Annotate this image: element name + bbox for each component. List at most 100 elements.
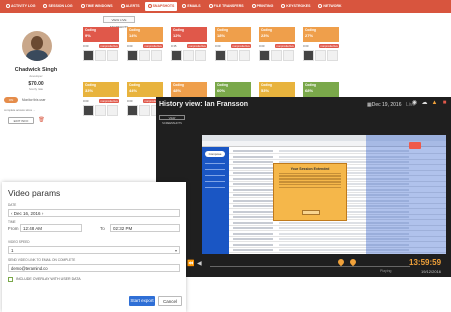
timeline-marker[interactable] bbox=[336, 257, 346, 267]
snapshot-card[interactable]: Coding 18% 0:00 nonproductive bbox=[215, 27, 251, 87]
snapshot-card[interactable]: Coding 23% 0:00 nonproductive bbox=[259, 27, 295, 87]
snapshot-card[interactable]: Coding 14% 0:00 nonproductive bbox=[127, 27, 163, 87]
card-percentage: 18% bbox=[217, 33, 226, 38]
nav-item-alerts[interactable]: ALERTS bbox=[118, 0, 143, 13]
email-field[interactable]: demo@teramind.co bbox=[8, 264, 180, 272]
dialog-ok-button bbox=[302, 210, 320, 215]
thumbnail[interactable] bbox=[139, 105, 150, 116]
view-screenshots-button[interactable]: VIEW SCREENSHOTS bbox=[159, 115, 185, 125]
card-footer: 0:00 nonproductive bbox=[127, 44, 163, 48]
nav-item-printing[interactable]: PRINTING bbox=[249, 0, 277, 13]
snapshot-card[interactable]: Coding 33% 0:00 nonproductive bbox=[83, 82, 119, 142]
sidebar-line bbox=[205, 163, 225, 165]
card-time: 0:00 bbox=[83, 44, 89, 48]
snapshot-card[interactable]: Coding 12% 0:35 nonproductive bbox=[171, 27, 207, 87]
video-params-dialog: Video params DATE ‹ Dec 16, 2016 › TIME … bbox=[2, 182, 186, 312]
card-header: Coding 48% bbox=[171, 82, 207, 97]
card-thumbnails bbox=[83, 50, 119, 61]
thumbnail[interactable] bbox=[259, 50, 270, 61]
camera-icon[interactable]: ◉ bbox=[411, 100, 418, 107]
mail-sender bbox=[233, 155, 273, 158]
thumbnail[interactable] bbox=[151, 50, 162, 61]
date-picker[interactable]: ‹ Dec 16, 2016 › bbox=[8, 209, 180, 217]
playback-status: Playing bbox=[380, 269, 392, 273]
thumbnail[interactable] bbox=[303, 50, 314, 61]
timeline[interactable] bbox=[210, 257, 410, 267]
thumbnail[interactable] bbox=[95, 50, 106, 61]
to-time-input[interactable]: 02:32 PM bbox=[110, 224, 180, 232]
overlay-checkbox[interactable] bbox=[8, 277, 13, 282]
nav-item-label: SESSION LOG bbox=[48, 4, 73, 8]
thumbnail[interactable] bbox=[139, 50, 150, 61]
thumbnail[interactable] bbox=[239, 50, 250, 61]
thumbnail[interactable] bbox=[283, 50, 294, 61]
history-date[interactable]: ▦Dec 19, 2016 bbox=[367, 102, 401, 108]
network-icon bbox=[318, 4, 323, 9]
thumbnail[interactable] bbox=[107, 50, 118, 61]
snapshot-card[interactable]: Coding 9% 0:00 nonproductive bbox=[83, 27, 119, 87]
chevron-left-icon[interactable]: ‹ bbox=[11, 211, 13, 216]
thumbnail[interactable] bbox=[227, 50, 238, 61]
cloud-icon[interactable]: ☁ bbox=[421, 100, 428, 107]
mail-sender bbox=[233, 194, 273, 196]
thumbnail[interactable] bbox=[107, 105, 118, 116]
nav-item-file-transfers[interactable]: FILE TRANSFERS bbox=[206, 0, 247, 13]
monitor-toggle[interactable]: ON bbox=[4, 97, 18, 103]
start-export-button[interactable]: Start export bbox=[129, 296, 155, 306]
chat-icon[interactable]: ■ bbox=[441, 100, 448, 107]
nav-item-session-log[interactable]: SESSION LOG bbox=[40, 0, 75, 13]
thumbnail[interactable] bbox=[127, 105, 138, 116]
cancel-button[interactable]: Cancel bbox=[158, 296, 182, 306]
view-live-snapshots-button[interactable]: VIEW LIVE SNAPSHOTS bbox=[103, 16, 135, 29]
card-percentage: 53% bbox=[261, 88, 270, 93]
volume-icon[interactable]: ◀ bbox=[197, 260, 202, 267]
thumbnail[interactable] bbox=[327, 50, 338, 61]
mail-sender bbox=[233, 150, 273, 152]
avatar-body bbox=[26, 50, 48, 61]
session-dialog: Your Session Extended bbox=[273, 163, 347, 221]
monitor-label: Monitor this user bbox=[22, 98, 46, 102]
video-speed-select[interactable]: 1 ▾ bbox=[8, 246, 180, 254]
nav-item-network[interactable]: NETWORK bbox=[315, 0, 344, 13]
card-thumbnails bbox=[171, 50, 207, 61]
timeline-marker[interactable] bbox=[348, 257, 358, 267]
thumbnail[interactable] bbox=[83, 105, 94, 116]
snapshot-card[interactable]: Coding 27% 0:00 nonproductive bbox=[303, 27, 339, 87]
trash-icon[interactable]: 🗑 bbox=[38, 117, 45, 124]
thumbnail[interactable] bbox=[183, 50, 194, 61]
card-badge: nonproductive bbox=[143, 44, 163, 48]
thumbnail[interactable] bbox=[171, 50, 182, 61]
mail-sender bbox=[233, 161, 273, 163]
profile-role: developer bbox=[29, 74, 43, 78]
card-percentage: 48% bbox=[173, 88, 182, 93]
thumbnail[interactable] bbox=[95, 105, 106, 116]
thumbnail[interactable] bbox=[215, 50, 226, 61]
mail-sender bbox=[233, 238, 273, 240]
warning-icon[interactable]: ▲ bbox=[431, 100, 438, 107]
card-header: Coding 27% bbox=[303, 27, 339, 42]
nav-item-activity-log[interactable]: ACTIVITY LOG bbox=[3, 0, 38, 13]
thumbnail[interactable] bbox=[271, 50, 282, 61]
thumbnail[interactable] bbox=[83, 50, 94, 61]
nav-item-time-windows[interactable]: TIME WINDOWS bbox=[78, 0, 116, 13]
nav-item-label: KEYSTROKES bbox=[286, 4, 311, 8]
user-profile-panel: Chadwick Singh developer $70.00 hourly r… bbox=[0, 13, 72, 128]
nav-item-snapshots[interactable]: SNAPSHOTS bbox=[144, 2, 178, 11]
nav-item-emails[interactable]: EMAILS bbox=[179, 0, 203, 13]
mail-sender bbox=[233, 227, 273, 229]
edit-info-button[interactable]: EDIT INFO bbox=[8, 117, 34, 124]
thumbnail[interactable] bbox=[127, 50, 138, 61]
card-label: Coding bbox=[261, 28, 272, 32]
thumbnail[interactable] bbox=[315, 50, 326, 61]
mail-icon bbox=[182, 4, 187, 9]
card-percentage: 9% bbox=[85, 33, 91, 38]
rewind-icon[interactable]: ⏪ bbox=[187, 260, 194, 267]
playback-controls: ⏩ ▶ ⏮ ⏪ ◀ Playing 13:59:59 19/12/2016 bbox=[156, 254, 451, 277]
recorded-screen: Compose Your Session Extended bbox=[202, 135, 446, 254]
thumbnail[interactable] bbox=[195, 50, 206, 61]
nav-item-keystrokes[interactable]: KEYSTROKES bbox=[278, 0, 313, 13]
card-header: Coding 9% bbox=[83, 27, 119, 42]
from-time-input[interactable]: 12:48 AM bbox=[20, 224, 82, 232]
chevron-right-icon[interactable]: › bbox=[42, 211, 44, 216]
history-date-text: Dec 19, 2016 bbox=[371, 102, 402, 108]
